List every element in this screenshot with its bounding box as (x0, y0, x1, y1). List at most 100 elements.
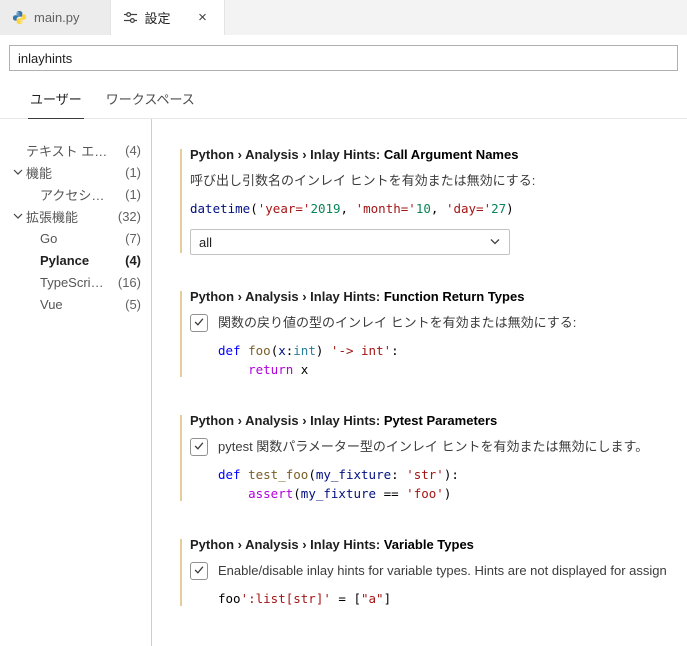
code-token: 'day=' (445, 201, 492, 216)
setting-function-return-types: Python › Analysis › Inlay Hints: Functio… (180, 289, 687, 379)
tab-main-py[interactable]: main.py (0, 0, 111, 35)
toc-item-text-editor[interactable]: テキスト エ… (4) (0, 139, 151, 161)
settings-list: Python › Analysis › Inlay Hints: Call Ar… (152, 119, 687, 646)
setting-title: Python › Analysis › Inlay Hints: Variabl… (190, 537, 687, 552)
setting-description: 関数の戻り値の型のインレイ ヒントを有効または無効にする: (218, 315, 577, 330)
code-token: ':list[str]' (240, 591, 331, 606)
settings-toc: テキスト エ… (4) 機能 (1) アクセシ… (1) 拡張機能 (32) G… (0, 119, 152, 646)
code-token: 10 (415, 201, 431, 216)
code-token: my_fixture (300, 486, 377, 501)
tab-settings[interactable]: 設定 × (110, 0, 225, 35)
pytest-parameters-checkbox[interactable] (190, 438, 208, 456)
toc-item-extensions[interactable]: 拡張機能 (32) (0, 205, 151, 227)
code-token: ) (443, 486, 452, 501)
code-token: return (248, 362, 294, 377)
toc-item-label: Vue (40, 296, 63, 312)
setting-call-argument-names: Python › Analysis › Inlay Hints: Call Ar… (180, 147, 687, 255)
code-token: : (391, 467, 407, 482)
toc-item-features[interactable]: 機能 (1) (0, 161, 151, 183)
scope-tab-user[interactable]: ユーザー (28, 87, 84, 119)
code-token: = [ (330, 591, 361, 606)
code-sample: datetime('year='2019, 'month='10, 'day='… (190, 199, 687, 218)
toc-item-count: (1) (125, 186, 141, 202)
code-token: x (293, 362, 309, 377)
call-argument-names-select[interactable]: all (190, 229, 510, 255)
checkmark-icon (193, 440, 205, 455)
chevron-down-icon[interactable] (10, 208, 26, 224)
setting-title: Python › Analysis › Inlay Hints: Pytest … (190, 413, 687, 428)
toc-item-typescript[interactable]: TypeScri… (16) (0, 271, 151, 293)
setting-category: Python › Analysis › Inlay Hints: (190, 537, 384, 552)
toc-item-count: (7) (125, 230, 141, 246)
checkmark-icon (193, 316, 205, 331)
toc-item-label: TypeScri… (40, 274, 104, 290)
toc-item-label: Go (40, 230, 58, 246)
setting-category: Python › Analysis › Inlay Hints: (190, 413, 384, 428)
toc-item-vue[interactable]: Vue (5) (0, 293, 151, 315)
setting-title: Python › Analysis › Inlay Hints: Functio… (190, 289, 687, 304)
code-sample: def test_foo(my_fixture: 'str'): assert(… (218, 465, 687, 503)
scope-tab-workspace[interactable]: ワークスペース (104, 87, 197, 118)
toc-item-label: Pylance (40, 252, 90, 268)
toc-item-accessibility[interactable]: アクセシ… (1) (0, 183, 151, 205)
code-token: 27 (491, 201, 507, 216)
code-token: int (293, 343, 316, 358)
toc-item-count: (4) (125, 142, 141, 158)
code-token: ( (308, 467, 316, 482)
code-token: ): (443, 467, 459, 482)
code-token: datetime (190, 201, 251, 216)
code-token: def (218, 467, 241, 482)
scope-tabs: ユーザー ワークスペース (0, 79, 687, 119)
settings-search-input[interactable] (9, 45, 678, 71)
setting-description: pytest 関数パラメーター型のインレイ ヒントを有効または無効にします。 (218, 439, 649, 454)
code-token: test_foo (248, 467, 309, 482)
code-token: foo (248, 343, 271, 358)
settings-search-bar (0, 35, 687, 79)
toc-item-label: 機能 (26, 165, 53, 181)
select-value: all (199, 234, 213, 250)
code-token: 2019 (310, 201, 341, 216)
variable-types-checkbox[interactable] (190, 562, 208, 580)
toc-item-label: テキスト エ… (26, 143, 108, 159)
setting-variable-types: Python › Analysis › Inlay Hints: Variabl… (180, 537, 687, 608)
toc-item-go[interactable]: Go (7) (0, 227, 151, 249)
setting-name: Pytest Parameters (383, 413, 498, 428)
tab-label: main.py (34, 10, 80, 25)
code-token: "a" (361, 591, 384, 606)
toc-item-count: (5) (125, 296, 141, 312)
toc-item-pylance[interactable]: Pylance (4) (0, 249, 151, 271)
code-token: foo (218, 591, 241, 606)
setting-pytest-parameters: Python › Analysis › Inlay Hints: Pytest … (180, 413, 687, 503)
code-token: , (340, 201, 356, 216)
code-token: , (430, 201, 446, 216)
setting-category: Python › Analysis › Inlay Hints: (190, 289, 384, 304)
toc-item-count: (1) (125, 164, 141, 180)
code-token: assert (248, 486, 294, 501)
setting-name: Function Return Types (383, 289, 525, 304)
toc-item-count: (4) (125, 252, 141, 268)
setting-name: Variable Types (383, 537, 474, 552)
setting-description: Enable/disable inlay hints for variable … (218, 563, 667, 578)
tab-label: 設定 (144, 11, 171, 26)
code-token: '-> int' (330, 343, 392, 358)
close-icon[interactable]: × (194, 9, 212, 27)
chevron-down-icon[interactable] (10, 164, 26, 180)
code-token: : (391, 343, 399, 358)
code-token: ( (250, 201, 258, 216)
toc-item-count: (16) (117, 274, 141, 290)
code-token: ) (506, 201, 514, 216)
toc-item-label: アクセシ… (40, 187, 105, 203)
code-sample: foo':list[str]' = ["a"] (218, 589, 687, 608)
code-token: x (278, 343, 286, 358)
function-return-types-checkbox[interactable] (190, 314, 208, 332)
code-token: def (218, 343, 241, 358)
toc-item-count: (32) (117, 208, 141, 224)
code-token: my_fixture (315, 467, 392, 482)
code-sample: def foo(x:int) '-> int': return x (218, 341, 687, 379)
editor-tab-bar: main.py 設定 × (0, 0, 687, 35)
code-token: ) (315, 343, 331, 358)
